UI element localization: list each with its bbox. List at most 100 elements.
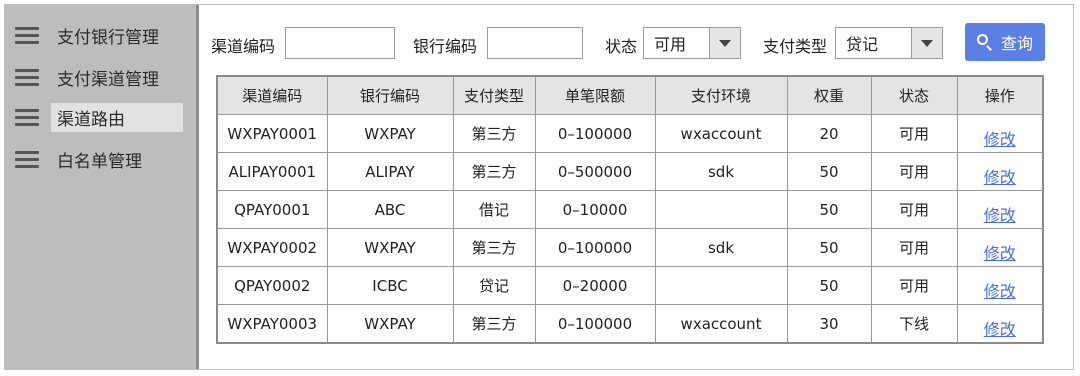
- search-icon: [976, 34, 993, 51]
- cell-weight: 50: [786, 228, 872, 267]
- cell-pay-type: 第三方: [452, 304, 536, 344]
- cell-pay-type: 第三方: [452, 152, 536, 191]
- pay-type-select-value: 贷记: [846, 35, 879, 54]
- sidebar-item-channel-routing[interactable]: 渠道路由: [15, 99, 183, 135]
- cell-status: 下线: [870, 304, 958, 344]
- table-row: WXPAY0003 WXPAY 第三方 0–100000 wxaccount 3…: [216, 304, 1044, 344]
- cell-limit: 0–10000: [534, 190, 656, 229]
- cell-action: 修改: [956, 304, 1044, 344]
- cell-status: 可用: [870, 114, 958, 153]
- cell-action: 修改: [956, 266, 1044, 305]
- cell-channel-code: WXPAY0003: [216, 304, 328, 344]
- menu-icon: [15, 25, 39, 45]
- status-label: 状态: [605, 37, 638, 56]
- cell-channel-code: WXPAY0001: [216, 114, 328, 153]
- cell-pay-type: 第三方: [452, 228, 536, 267]
- routing-table: 渠道编码 银行编码 支付类型 单笔限额 支付环境 权重 状态 操作 WXPAY0…: [216, 75, 1044, 344]
- table-header-row: 渠道编码 银行编码 支付类型 单笔限额 支付环境 权重 状态 操作: [216, 75, 1044, 115]
- cell-status: 可用: [870, 266, 958, 305]
- table-row: QPAY0002 ICBC 贷记 0–20000 50 可用 修改: [216, 266, 1044, 305]
- sidebar-item-bank-management[interactable]: 支付银行管理: [15, 17, 183, 53]
- table-row: WXPAY0001 WXPAY 第三方 0–100000 wxaccount 2…: [216, 114, 1044, 153]
- pay-type-label: 支付类型: [763, 37, 828, 56]
- status-select[interactable]: 可用: [643, 27, 741, 59]
- cell-limit: 0–100000: [534, 304, 656, 344]
- channel-code-input[interactable]: [285, 27, 395, 59]
- channel-code-label: 渠道编码: [211, 37, 276, 56]
- menu-icon: [15, 149, 39, 169]
- pay-type-select[interactable]: 贷记: [835, 27, 943, 59]
- cell-channel-code: WXPAY0002: [216, 228, 328, 267]
- column-header: 操作: [956, 75, 1044, 115]
- cell-channel-code: QPAY0001: [216, 190, 328, 229]
- app-window: 支付银行管理 支付渠道管理 渠道路由 白名单管理 渠道编码 银行编码 状态 可用…: [4, 4, 1074, 370]
- cell-environment: wxaccount: [654, 114, 788, 153]
- cell-bank-code: WXPAY: [326, 114, 454, 153]
- cell-action: 修改: [956, 228, 1044, 267]
- cell-channel-code: QPAY0002: [216, 266, 328, 305]
- cell-bank-code: WXPAY: [326, 228, 454, 267]
- column-header: 单笔限额: [534, 75, 656, 115]
- query-button[interactable]: 查询: [965, 23, 1045, 61]
- cell-weight: 50: [786, 190, 872, 229]
- cell-status: 可用: [870, 228, 958, 267]
- column-header: 渠道编码: [216, 75, 328, 115]
- table-row: WXPAY0002 WXPAY 第三方 0–100000 sdk 50 可用 修…: [216, 228, 1044, 267]
- cell-environment: [654, 266, 788, 305]
- cell-pay-type: 贷记: [452, 266, 536, 305]
- main-content: 渠道编码 银行编码 状态 可用 支付类型 贷记 查询 渠道编码 银行编码 支付类…: [211, 5, 1073, 369]
- sidebar-item-label: 白名单管理: [57, 151, 142, 172]
- cell-pay-type: 借记: [452, 190, 536, 229]
- sidebar-item-whitelist-management[interactable]: 白名单管理: [15, 141, 183, 177]
- edit-link[interactable]: 修改: [984, 320, 1016, 339]
- cell-channel-code: ALIPAY0001: [216, 152, 328, 191]
- cell-bank-code: WXPAY: [326, 304, 454, 344]
- cell-bank-code: ICBC: [326, 266, 454, 305]
- bank-code-label: 银行编码: [413, 37, 478, 56]
- cell-environment: sdk: [654, 152, 788, 191]
- table-row: ALIPAY0001 ALIPAY 第三方 0–500000 sdk 50 可用…: [216, 152, 1044, 191]
- cell-environment: [654, 190, 788, 229]
- bank-code-input[interactable]: [487, 27, 583, 59]
- dropdown-arrow-icon[interactable]: [709, 28, 740, 58]
- cell-limit: 0–100000: [534, 114, 656, 153]
- cell-weight: 50: [786, 266, 872, 305]
- cell-status: 可用: [870, 190, 958, 229]
- sidebar-item-channel-management[interactable]: 支付渠道管理: [15, 59, 183, 95]
- sidebar: 支付银行管理 支付渠道管理 渠道路由 白名单管理: [5, 5, 199, 369]
- cell-action: 修改: [956, 114, 1044, 153]
- dropdown-arrow-icon[interactable]: [911, 28, 942, 58]
- edit-link[interactable]: 修改: [984, 206, 1016, 225]
- cell-weight: 20: [786, 114, 872, 153]
- cell-status: 可用: [870, 152, 958, 191]
- column-header: 权重: [786, 75, 872, 115]
- sidebar-item-label: 支付渠道管理: [57, 69, 159, 90]
- column-header: 状态: [870, 75, 958, 115]
- menu-icon: [15, 67, 39, 87]
- cell-action: 修改: [956, 190, 1044, 229]
- table-row: QPAY0001 ABC 借记 0–10000 50 可用 修改: [216, 190, 1044, 229]
- cell-environment: wxaccount: [654, 304, 788, 344]
- cell-bank-code: ALIPAY: [326, 152, 454, 191]
- menu-icon: [15, 107, 39, 127]
- column-header: 银行编码: [326, 75, 454, 115]
- cell-environment: sdk: [654, 228, 788, 267]
- cell-weight: 50: [786, 152, 872, 191]
- cell-limit: 0–100000: [534, 228, 656, 267]
- sidebar-item-label: 渠道路由: [51, 102, 183, 132]
- query-button-label: 查询: [1000, 34, 1033, 53]
- cell-action: 修改: [956, 152, 1044, 191]
- filter-bar: 渠道编码 银行编码 状态 可用 支付类型 贷记 查询: [211, 23, 1073, 61]
- cell-weight: 30: [786, 304, 872, 344]
- edit-link[interactable]: 修改: [984, 282, 1016, 301]
- status-select-value: 可用: [654, 35, 687, 54]
- cell-limit: 0–20000: [534, 266, 656, 305]
- edit-link[interactable]: 修改: [984, 244, 1016, 263]
- cell-limit: 0–500000: [534, 152, 656, 191]
- edit-link[interactable]: 修改: [984, 168, 1016, 187]
- edit-link[interactable]: 修改: [984, 130, 1016, 149]
- cell-pay-type: 第三方: [452, 114, 536, 153]
- column-header: 支付环境: [654, 75, 788, 115]
- sidebar-item-label: 支付银行管理: [57, 27, 159, 48]
- cell-bank-code: ABC: [326, 190, 454, 229]
